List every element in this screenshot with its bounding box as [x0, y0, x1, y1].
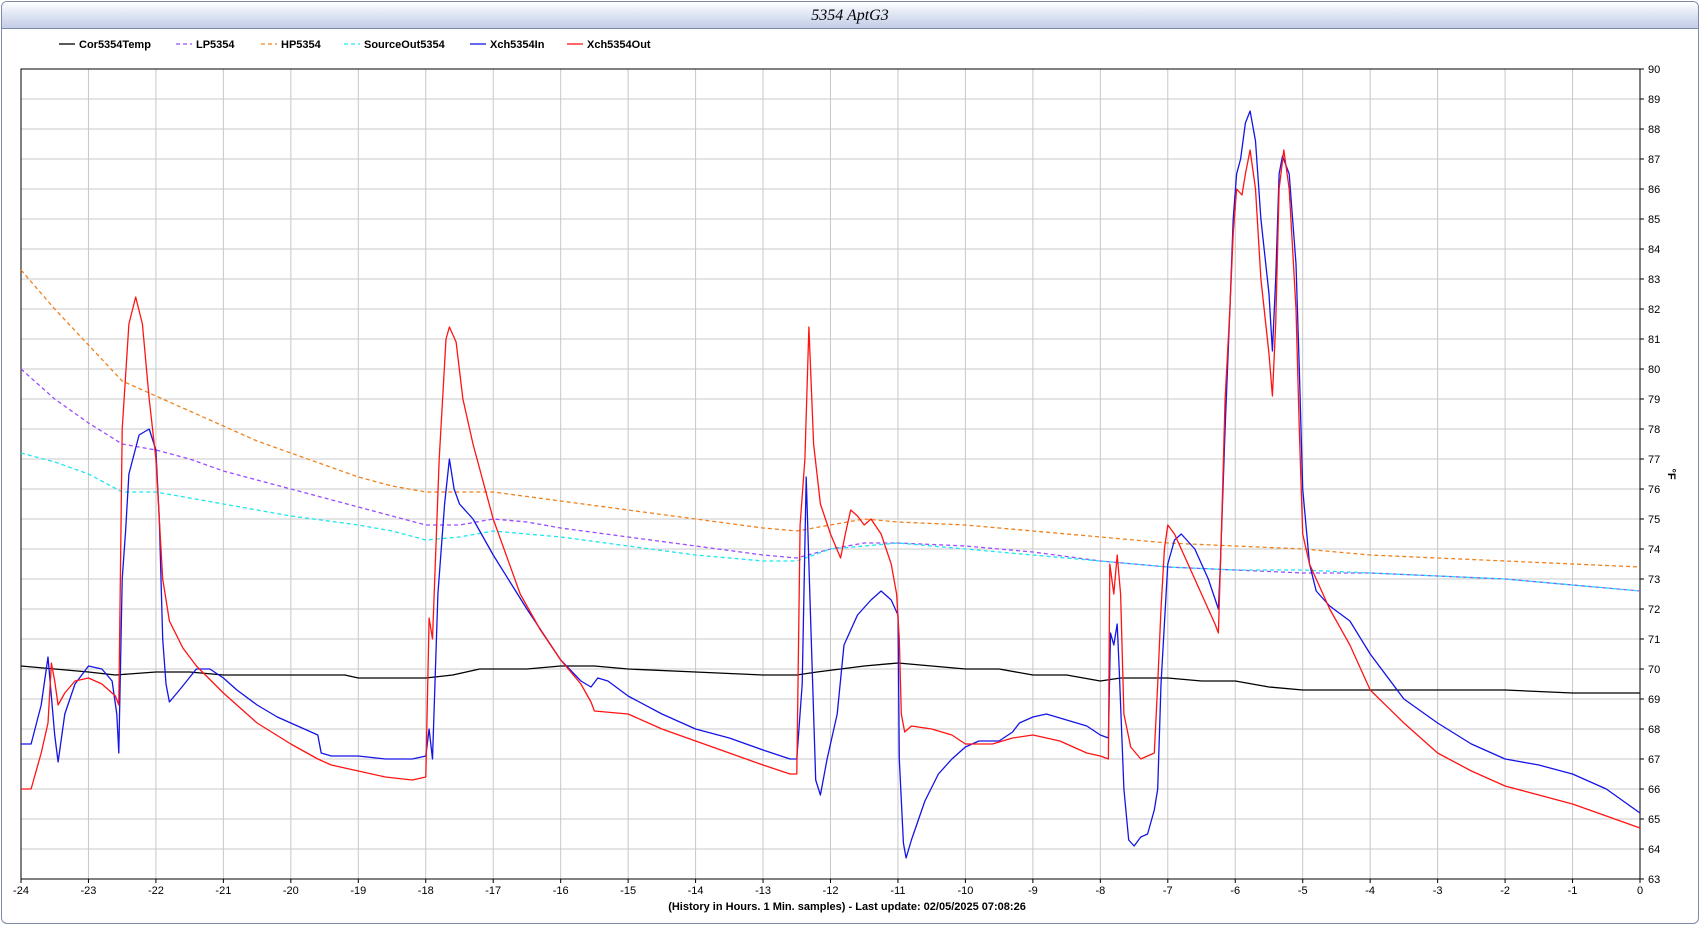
x-tick-label: -21: [215, 885, 231, 897]
y-tick-label: 82: [1648, 304, 1660, 316]
legend: Cor5354Temp LP5354 HP5354 SourceOut5354 Xch5…: [59, 39, 651, 51]
y-tick-label: 86: [1648, 184, 1660, 196]
x-tick-label: -2: [1500, 885, 1510, 897]
x-tick-label: -24: [13, 885, 29, 897]
x-tick-label: -5: [1298, 885, 1308, 897]
y-tick-label: 65: [1648, 814, 1660, 826]
legend-label: HP5354: [281, 39, 322, 51]
y-tick-label: 77: [1648, 454, 1660, 466]
legend-label: Xch5354Out: [587, 39, 651, 51]
x-tick-label: -4: [1365, 885, 1375, 897]
y-tick-label: 72: [1648, 604, 1660, 616]
y-tick-label: 87: [1648, 154, 1660, 166]
x-tick-label: -13: [755, 885, 771, 897]
x-axis-label: (History in Hours. 1 Min. samples) - Las…: [668, 901, 1026, 913]
x-tick-label: -17: [485, 885, 501, 897]
x-tick-label: -19: [350, 885, 366, 897]
y-tick-label: 70: [1648, 664, 1660, 676]
y-tick-label: 76: [1648, 484, 1660, 496]
x-tick-label: -10: [957, 885, 973, 897]
x-tick-label: -11: [890, 885, 905, 897]
y-tick-label: 64: [1648, 844, 1660, 856]
y-tick-label: 66: [1648, 784, 1660, 796]
legend-label: Cor5354Temp: [79, 39, 151, 51]
y-tick-label: 73: [1648, 574, 1660, 586]
x-tick-label: -15: [620, 885, 636, 897]
x-tick-label: 0: [1637, 885, 1643, 897]
x-tick-label: -3: [1433, 885, 1443, 897]
grid-lines: [20, 68, 1641, 880]
y-axis-label: °F: [1665, 468, 1677, 479]
x-tick-label: -9: [1028, 885, 1038, 897]
line-chart: -24 -23 -22 -21 -20 -19 -18 -17 -16 -15 -14 -13 -12-…: [13, 39, 1677, 913]
x-tick-label: -12: [823, 885, 839, 897]
legend-label: SourceOut5354: [364, 39, 446, 51]
x-tick-label: -20: [283, 885, 299, 897]
y-tick-label: 63: [1648, 874, 1660, 886]
y-tick-label: 83: [1648, 274, 1660, 286]
legend-label: Xch5354In: [490, 39, 545, 51]
y-tick-label: 71: [1648, 634, 1660, 646]
x-tick-label: -7: [1163, 885, 1173, 897]
x-tick-label: -22: [148, 885, 164, 897]
y-tick-label: 90: [1648, 64, 1660, 76]
legend-label: LP5354: [196, 39, 235, 51]
y-axis: 63 64 65 66 67 68 69 70 71 72 73 74 75 76 77 78 79 80 81 82…: [1640, 64, 1660, 886]
x-tick-label: -1: [1568, 885, 1578, 897]
y-tick-label: 79: [1648, 394, 1660, 406]
y-tick-label: 81: [1648, 334, 1660, 346]
y-tick-label: 69: [1648, 694, 1660, 706]
x-tick-label: -23: [81, 885, 97, 897]
y-tick-label: 89: [1648, 94, 1660, 106]
x-tick-label: -14: [688, 885, 704, 897]
y-tick-label: 80: [1648, 364, 1660, 376]
x-tick-label: -16: [553, 885, 569, 897]
x-tick-label: -18: [418, 885, 434, 897]
x-tick-label: -6: [1230, 885, 1240, 897]
y-tick-label: 67: [1648, 754, 1660, 766]
y-tick-label: 74: [1648, 544, 1660, 556]
y-tick-label: 68: [1648, 724, 1660, 736]
y-tick-label: 85: [1648, 214, 1660, 226]
y-tick-label: 84: [1648, 244, 1660, 256]
x-tick-label: -8: [1095, 885, 1105, 897]
y-tick-label: 78: [1648, 424, 1660, 436]
y-tick-label: 75: [1648, 514, 1660, 526]
y-tick-label: 88: [1648, 124, 1660, 136]
x-axis: -24 -23 -22 -21 -20 -19 -18 -17 -16 -15 -14 -13 -12-…: [13, 879, 1643, 897]
